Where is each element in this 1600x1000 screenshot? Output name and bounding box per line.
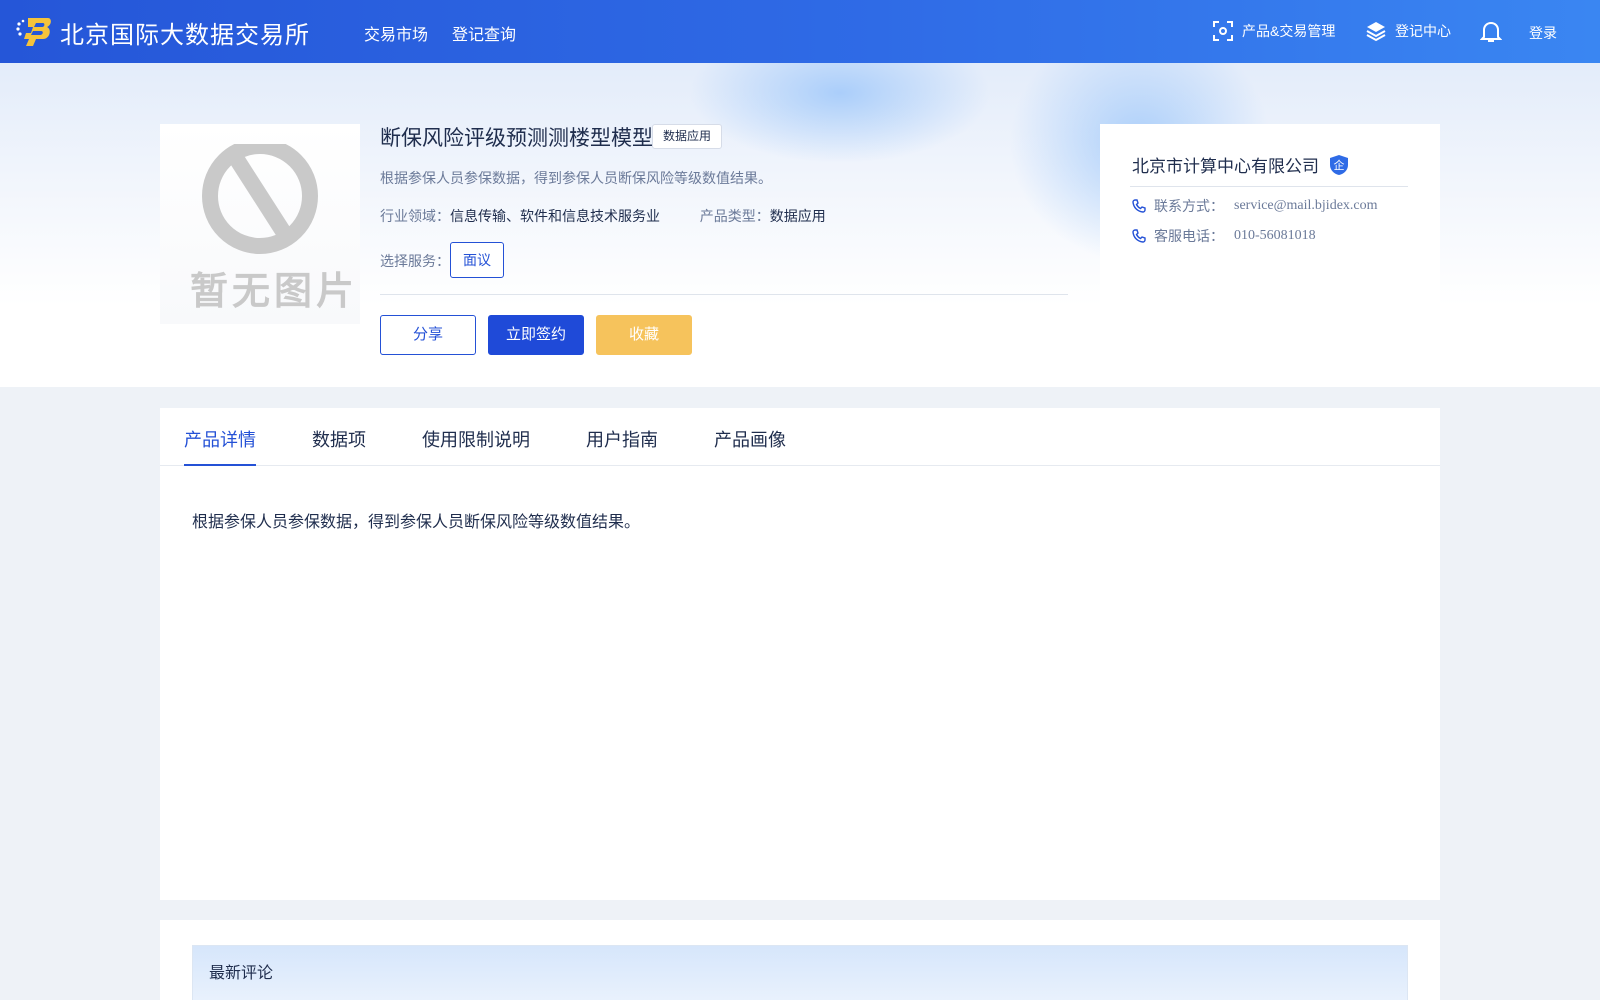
- bjidex-logo-icon[interactable]: [16, 15, 52, 47]
- nav-registration-query[interactable]: 登记查询: [452, 21, 516, 45]
- company-name-row: 北京市计算中心有限公司 企: [1132, 152, 1349, 177]
- active-tab-indicator: [184, 464, 256, 466]
- company-divider: [1130, 186, 1408, 187]
- contact-email[interactable]: service@mail.bjidex.com: [1234, 198, 1378, 214]
- product-description: 根据参保人员参保数据，得到参保人员断保风险等级数值结果。: [380, 170, 772, 186]
- share-button[interactable]: 分享: [380, 315, 476, 355]
- product-detail-text: 根据参保人员参保数据，得到参保人员断保风险等级数值结果。: [192, 514, 641, 531]
- tab-product-profile[interactable]: 产品画像: [714, 426, 786, 452]
- nav-registration-center-label: 登记中心: [1395, 23, 1451, 39]
- comments-panel: 最新评论: [160, 920, 1440, 1000]
- phone-value: 010-56081018: [1234, 228, 1316, 243]
- phone-icon: [1132, 229, 1146, 243]
- comments-header: 最新评论: [192, 945, 1408, 1000]
- contact-row: 联系方式： service@mail.bjidex.com: [1132, 196, 1378, 216]
- nav-trade-market[interactable]: 交易市场: [364, 21, 428, 45]
- nav-registration-center[interactable]: 登记中心: [1365, 20, 1451, 42]
- tabs-bar: 产品详情 数据项 使用限制说明 用户指南 产品画像: [160, 408, 1440, 466]
- product-tabs-panel: 产品详情 数据项 使用限制说明 用户指南 产品画像 根据参保人员参保数据，得到参…: [160, 408, 1440, 900]
- tab-product-details[interactable]: 产品详情: [184, 426, 256, 452]
- login-link[interactable]: 登录: [1529, 23, 1557, 43]
- enterprise-badge: 企: [1329, 154, 1349, 176]
- nav-product-trade-mgmt-label: 产品&交易管理: [1242, 23, 1336, 39]
- company-card: 北京市计算中心有限公司 企 联系方式： service@mail.bjidex.…: [1100, 124, 1440, 324]
- hero-divider: [380, 294, 1068, 295]
- bell-icon[interactable]: [1480, 20, 1502, 44]
- comments-title: 最新评论: [209, 965, 274, 982]
- product-title: 断保风险评级预测测楼型模型: [380, 127, 653, 150]
- tab-data-items[interactable]: 数据项: [312, 426, 366, 452]
- product-type-label: 产品类型：: [699, 208, 770, 224]
- phone-row: 客服电话： 010-56081018: [1132, 226, 1316, 246]
- company-name[interactable]: 北京市计算中心有限公司: [1132, 152, 1319, 177]
- favorite-button[interactable]: 收藏: [596, 315, 692, 355]
- product-type-value: 数据应用: [769, 208, 826, 224]
- no-image-text: 暂无图片: [190, 269, 359, 313]
- product-meta: 行业领域：信息传输、软件和信息技术服务业 产品类型：数据应用: [380, 206, 826, 226]
- product-thumbnail: 暂无图片: [160, 124, 360, 324]
- tab-usage-restrictions[interactable]: 使用限制说明: [422, 426, 530, 452]
- nav-product-trade-mgmt[interactable]: 产品&交易管理: [1212, 20, 1335, 42]
- sign-now-button[interactable]: 立即签约: [488, 315, 584, 355]
- industry-value: 信息传输、软件和信息技术服务业: [450, 208, 660, 224]
- service-label: 选择服务：: [380, 253, 450, 269]
- layers-icon: [1366, 22, 1386, 42]
- service-option-negotiable[interactable]: 面议: [450, 242, 504, 278]
- top-navbar: 北京国际大数据交易所 交易市场 登记查询 产品&交易管理 登记中心 登录: [0, 0, 1600, 63]
- contact-label: 联系方式：: [1154, 198, 1224, 214]
- industry-label: 行业领域：: [380, 208, 450, 224]
- enterprise-badge-text: 企: [1333, 159, 1345, 172]
- phone-label: 客服电话：: [1154, 228, 1224, 244]
- product-tag: 数据应用: [652, 124, 723, 149]
- scan-frame-icon: [1213, 21, 1233, 41]
- phone-icon: [1132, 199, 1146, 213]
- brand-title[interactable]: 北京国际大数据交易所: [60, 15, 310, 50]
- tab-user-guide[interactable]: 用户指南: [586, 426, 658, 452]
- no-image-placeholder-icon: [202, 144, 318, 254]
